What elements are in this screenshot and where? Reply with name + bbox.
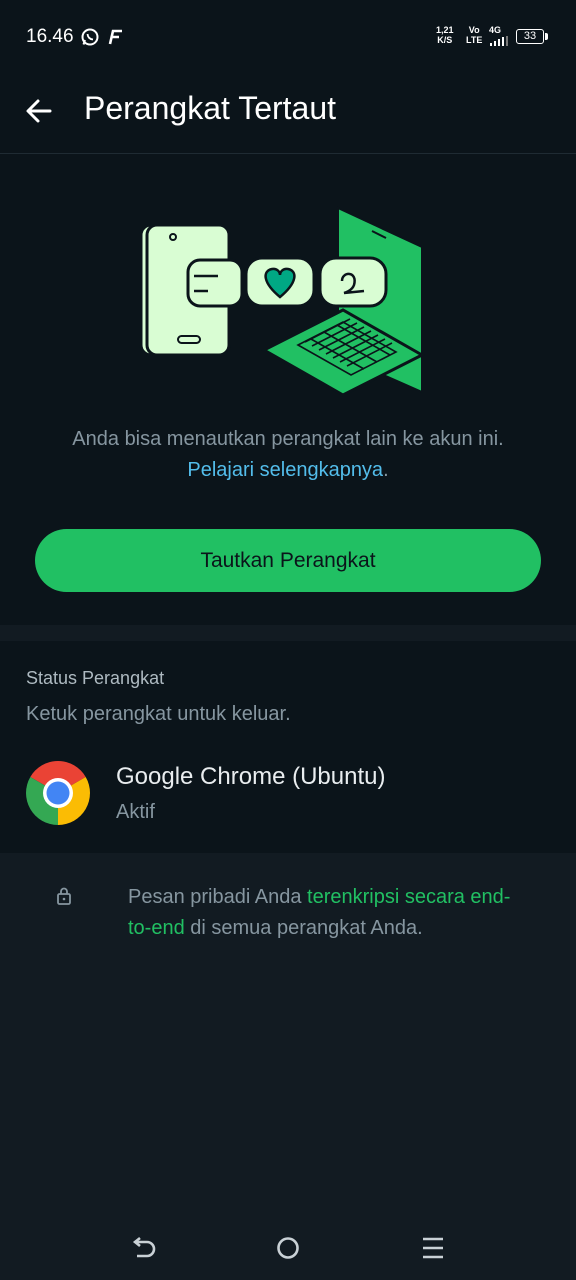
learn-more-link[interactable]: Pelajari selengkapnya (187, 459, 383, 481)
description-text: Anda bisa menautkan perangkat lain ke ak… (72, 428, 504, 450)
whatsapp-icon (81, 28, 99, 46)
section-title: Status Perangkat (26, 668, 165, 688)
encryption-suffix: di semua perangkat Anda. (184, 917, 423, 939)
linked-devices-illustration-icon (139, 206, 426, 395)
battery-icon: 33 (516, 29, 544, 44)
section-hint: Ketuk perangkat untuk keluar. (26, 703, 291, 725)
device-name: Google Chrome (Ubuntu) (116, 763, 386, 790)
volte-top: Vo (468, 25, 480, 35)
status-time: 16.46 (26, 26, 74, 47)
nav-back-icon[interactable] (130, 1234, 158, 1262)
network-type: 4G (489, 25, 502, 35)
lock-icon (57, 887, 71, 905)
nav-home-icon[interactable] (274, 1234, 302, 1262)
volte-indicator: Vo LTE (466, 25, 482, 45)
device-status: Aktif (116, 801, 155, 823)
chrome-icon (26, 761, 90, 825)
notification-f-icon (108, 29, 122, 45)
nav-menu-icon[interactable] (420, 1234, 446, 1262)
encryption-notice: Pesan pribadi Anda terenkripsi secara en… (128, 882, 528, 944)
encryption-text: Pesan pribadi Anda (128, 886, 308, 908)
net-speed-value: 1,21 (436, 25, 454, 35)
volte-bottom: LTE (466, 35, 483, 45)
arrow-left-icon[interactable] (22, 94, 56, 128)
section-divider (0, 625, 576, 641)
description-suffix: . (383, 459, 389, 481)
battery-tip (545, 33, 548, 40)
net-speed-unit: K/S (437, 35, 453, 45)
signal-icon (490, 36, 508, 46)
page-title: Perangkat Tertaut (84, 90, 337, 126)
link-device-button[interactable]: Tautkan Perangkat (35, 529, 541, 592)
net-speed: 1,21 K/S (436, 25, 454, 45)
hero-description: Anda bisa menautkan perangkat lain ke ak… (50, 424, 526, 486)
